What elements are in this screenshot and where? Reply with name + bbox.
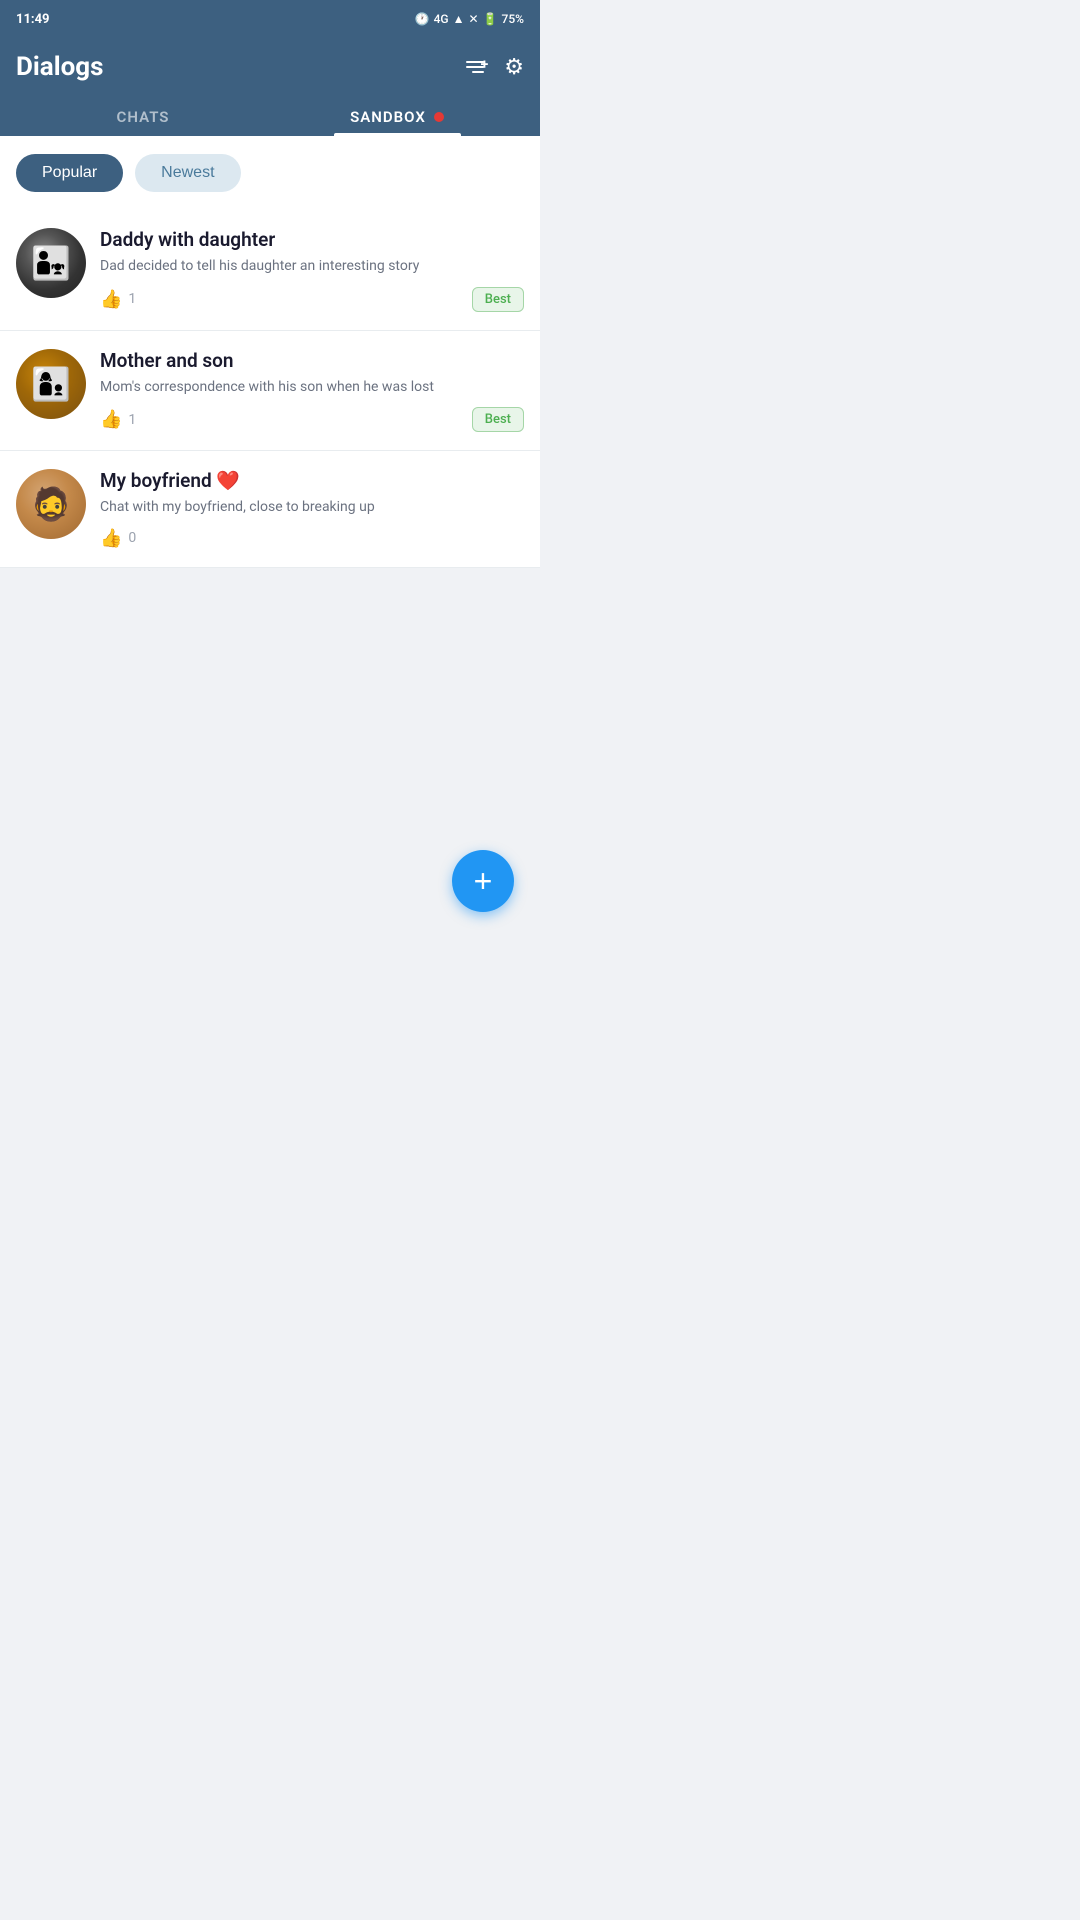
likes-count: 1 — [128, 291, 136, 307]
status-icons: 🕐 4G ▲ ✕ 🔋 75% — [415, 12, 524, 26]
best-badge: Best — [472, 407, 524, 432]
chat-footer: 👍 0 — [100, 528, 524, 549]
add-chat-icon: + — [474, 863, 493, 900]
header: Dialogs + ⚙ CHATS SANDBOX — [0, 38, 540, 136]
chat-list: Daddy with daughter Dad decided to tell … — [0, 210, 540, 568]
thumbs-up-icon: 👍 — [100, 289, 122, 310]
tab-chats-label: CHATS — [117, 108, 170, 126]
list-item[interactable]: Daddy with daughter Dad decided to tell … — [0, 210, 540, 331]
likes-section: 👍 1 — [100, 409, 136, 430]
tab-sandbox-label: SANDBOX — [350, 108, 426, 126]
chat-description: Mom's correspondence with his son when h… — [100, 378, 524, 398]
signal-icon: ▲ — [453, 12, 465, 26]
tab-chats[interactable]: CHATS — [16, 98, 270, 136]
chat-title: Daddy with daughter — [100, 228, 524, 251]
plus-overlay-icon: + — [481, 57, 489, 73]
avatar — [16, 349, 86, 419]
chat-content: Mother and son Mom's correspondence with… — [100, 349, 524, 433]
header-icons: + ⚙ — [466, 55, 524, 80]
thumbs-up-icon: 👍 — [100, 409, 122, 430]
header-top: Dialogs + ⚙ — [16, 52, 524, 82]
avatar — [16, 469, 86, 539]
sandbox-notification-dot — [434, 112, 444, 122]
chat-content: My boyfriend ❤️ Chat with my boyfriend, … — [100, 469, 524, 549]
chat-title: Mother and son — [100, 349, 524, 372]
filter-section: Popular Newest — [0, 136, 540, 210]
thumbs-up-icon: 👍 — [100, 528, 122, 549]
likes-count: 0 — [128, 530, 136, 546]
status-time: 11:49 — [16, 12, 50, 27]
avatar — [16, 228, 86, 298]
tabs-container: CHATS SANDBOX — [16, 98, 524, 136]
tab-sandbox[interactable]: SANDBOX — [270, 98, 524, 136]
chat-footer: 👍 1 Best — [100, 287, 524, 312]
likes-count: 1 — [128, 412, 136, 428]
list-item[interactable]: My boyfriend ❤️ Chat with my boyfriend, … — [0, 451, 540, 568]
chat-description: Chat with my boyfriend, close to breakin… — [100, 498, 524, 518]
chat-description: Dad decided to tell his daughter an inte… — [100, 257, 524, 277]
filter-popular-button[interactable]: Popular — [16, 154, 123, 192]
chat-title: My boyfriend ❤️ — [100, 469, 524, 492]
add-list-button[interactable]: + — [466, 61, 484, 73]
likes-section: 👍 0 — [100, 528, 136, 549]
signal-x-icon: ✕ — [469, 12, 479, 26]
list-item[interactable]: Mother and son Mom's correspondence with… — [0, 331, 540, 452]
clock-icon: 🕐 — [415, 12, 430, 26]
chat-footer: 👍 1 Best — [100, 407, 524, 432]
settings-button[interactable]: ⚙ — [504, 55, 524, 80]
add-chat-button[interactable]: + — [452, 850, 514, 912]
page-title: Dialogs — [16, 52, 103, 82]
status-bar: 11:49 🕐 4G ▲ ✕ 🔋 75% — [0, 0, 540, 38]
filter-newest-button[interactable]: Newest — [135, 154, 240, 192]
battery-label: 75% — [502, 12, 524, 26]
battery-icon: 🔋 — [483, 12, 498, 26]
best-badge: Best — [472, 287, 524, 312]
chat-content: Daddy with daughter Dad decided to tell … — [100, 228, 524, 312]
likes-section: 👍 1 — [100, 289, 136, 310]
tab-sandbox-inner: SANDBOX — [270, 108, 524, 126]
network-label: 4G — [434, 12, 449, 26]
